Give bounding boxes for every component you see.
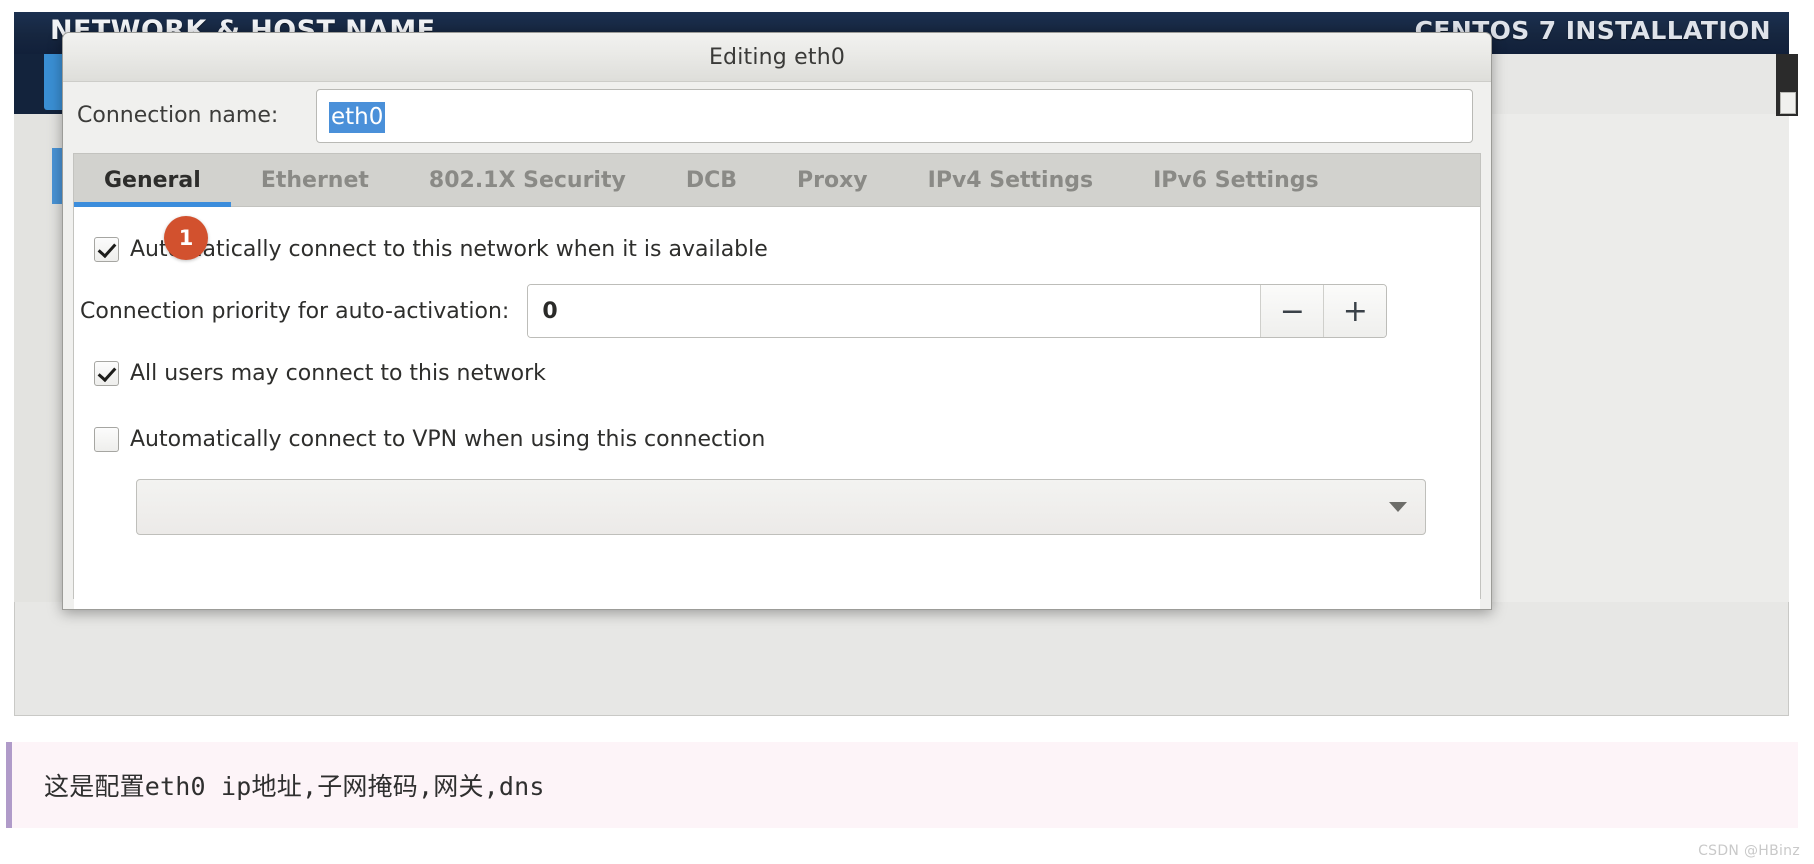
connection-name-row: Connection name: eth0 <box>63 89 1491 149</box>
plus-icon[interactable]: + <box>1323 285 1387 337</box>
connection-priority-label: Connection priority for auto-activation: <box>80 298 510 324</box>
settings-tabs-panel: General Ethernet 802.1X Security DCB Pro… <box>73 153 1481 609</box>
chevron-down-icon <box>1389 502 1407 512</box>
watermark: CSDN @HBinz <box>1698 843 1800 859</box>
connection-priority-stepper[interactable]: 0 − + <box>527 284 1388 338</box>
auto-vpn-checkbox[interactable] <box>94 426 119 452</box>
dialog-titlebar: Editing eth0 <box>63 33 1491 82</box>
general-tab-content: Automatically connect to this network wh… <box>74 207 1480 609</box>
all-users-row[interactable]: All users may connect to this network <box>94 349 1480 397</box>
minus-icon[interactable]: − <box>1260 285 1324 337</box>
tab-dcb[interactable]: DCB <box>656 154 767 206</box>
auto-vpn-label: Automatically connect to VPN when using … <box>130 426 766 452</box>
dialog-title: Editing eth0 <box>708 45 846 70</box>
tab-ipv6-settings[interactable]: IPv6 Settings <box>1123 154 1348 206</box>
annotation-note-text: 这是配置eth0 ip地址,子网掩码,网关,dns <box>44 772 545 801</box>
all-users-label: All users may connect to this network <box>130 360 546 386</box>
editing-connection-dialog: Editing eth0 Connection name: eth0 Gener… <box>62 32 1492 610</box>
all-users-checkbox[interactable] <box>94 360 119 386</box>
connection-name-value: eth0 <box>329 102 386 133</box>
tab-general[interactable]: General <box>74 154 231 207</box>
tab-bar: General Ethernet 802.1X Security DCB Pro… <box>74 154 1480 207</box>
connection-name-label: Connection name: <box>77 103 279 128</box>
vpn-select-wrapper <box>136 479 1426 535</box>
scrollbar-thumb[interactable] <box>1780 92 1796 114</box>
installer-selection-bar <box>52 148 62 204</box>
vpn-select[interactable] <box>136 479 1426 535</box>
connection-priority-value[interactable]: 0 <box>528 285 1261 337</box>
annotation-note: 这是配置eth0 ip地址,子网掩码,网关,dns <box>6 742 1798 828</box>
connection-name-input[interactable]: eth0 <box>316 89 1473 143</box>
auto-connect-checkbox[interactable] <box>94 236 119 262</box>
auto-connect-row[interactable]: Automatically connect to this network wh… <box>94 225 1480 273</box>
connection-priority-row: Connection priority for auto-activation:… <box>74 283 1480 339</box>
tab-ipv4-settings[interactable]: IPv4 Settings <box>898 154 1123 206</box>
tab-proxy[interactable]: Proxy <box>767 154 898 206</box>
callout-badge-1: 1 <box>164 216 208 260</box>
tab-8021x-security[interactable]: 802.1X Security <box>399 154 656 206</box>
auto-connect-label: Automatically connect to this network wh… <box>130 236 768 262</box>
auto-vpn-row[interactable]: Automatically connect to VPN when using … <box>94 415 1480 463</box>
tab-ethernet[interactable]: Ethernet <box>231 154 399 206</box>
